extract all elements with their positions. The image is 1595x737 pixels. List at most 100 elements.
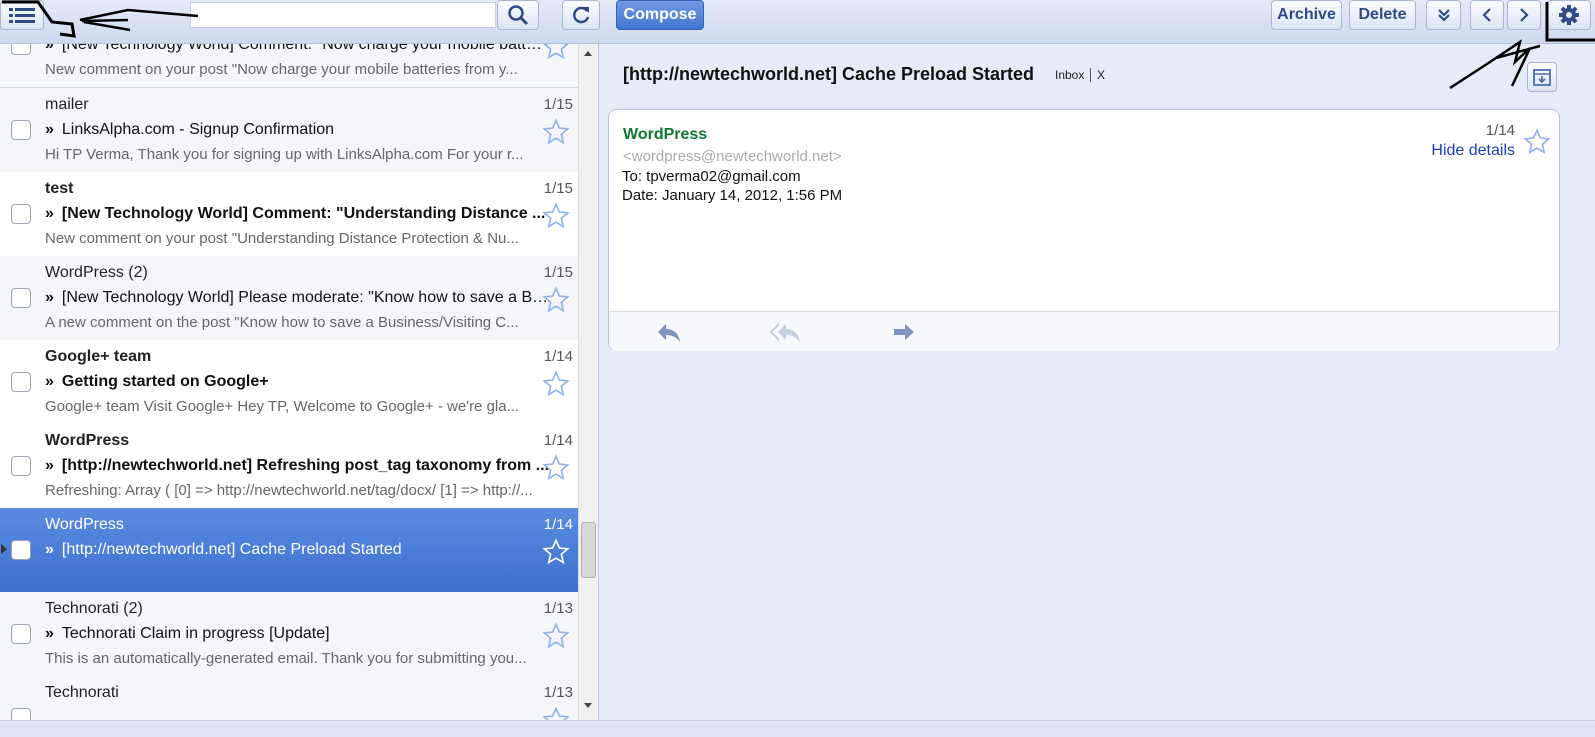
previous-button[interactable] bbox=[1470, 0, 1504, 30]
message-sender: test bbox=[45, 180, 74, 197]
card-date: 1/14 bbox=[1485, 122, 1515, 139]
thread-arrow-icon: » bbox=[45, 121, 54, 138]
settings-gear-icon bbox=[1559, 5, 1579, 25]
star-icon[interactable] bbox=[542, 44, 570, 61]
save-to-button[interactable] bbox=[1527, 62, 1557, 92]
list-scrollbar[interactable] bbox=[578, 44, 598, 720]
message-sender: Technorati bbox=[45, 684, 119, 701]
delete-button[interactable]: Delete bbox=[1349, 0, 1416, 30]
label-remove-button[interactable]: X bbox=[1090, 68, 1105, 82]
message-snippet: New comment on your post "Understanding … bbox=[45, 230, 519, 247]
message-sender: WordPress bbox=[45, 432, 130, 449]
message-row[interactable]: Technorati 1/13 bbox=[0, 676, 588, 720]
message-actions bbox=[609, 311, 1559, 351]
message-subject: » [http://newtechworld.net] Refreshing po… bbox=[45, 457, 550, 475]
forward-icon[interactable] bbox=[891, 320, 917, 344]
search-icon bbox=[508, 5, 529, 26]
star-icon[interactable] bbox=[542, 118, 570, 146]
message-row[interactable]: Technorati (2) 1/13 » Technorati Claim in p… bbox=[0, 592, 588, 677]
message-date: 1/14 bbox=[543, 516, 573, 533]
star-icon[interactable] bbox=[542, 706, 570, 720]
hide-details-link[interactable]: Hide details bbox=[1431, 142, 1515, 160]
selected-indicator-icon bbox=[1, 544, 7, 554]
message-row[interactable]: mailer 1/15 » LinksAlpha.com - Signup Confi… bbox=[0, 88, 588, 173]
message-row[interactable]: WordPress 1/14 » [http://newtechworld.net] … bbox=[0, 424, 588, 509]
select-checkbox[interactable] bbox=[11, 372, 31, 392]
message-date: 1/13 bbox=[543, 684, 573, 701]
refresh-button[interactable] bbox=[562, 0, 600, 30]
message-subject-text: [http://newtechworld.net] Refreshing pos… bbox=[61, 457, 550, 474]
reply-icon[interactable] bbox=[655, 320, 683, 344]
scroll-up-icon bbox=[584, 51, 592, 56]
message-snippet: A new comment on the post "Know how to s… bbox=[45, 314, 519, 331]
next-icon bbox=[1520, 8, 1529, 22]
message-row[interactable]: » [New Technology World] Comment: "Now ch… bbox=[0, 44, 588, 88]
scroll-thumb[interactable] bbox=[581, 522, 596, 578]
message-subject-text: Technorati Claim in progress [Update] bbox=[61, 625, 330, 642]
select-checkbox[interactable] bbox=[11, 456, 31, 476]
message-row[interactable]: WordPress (2) 1/15 » [New Technology World]… bbox=[0, 256, 588, 341]
date-line: Date: January 14, 2012, 1:56 PM bbox=[622, 187, 843, 204]
reply-all-icon[interactable] bbox=[769, 320, 803, 344]
message-list[interactable]: » [New Technology World] Comment: "Now ch… bbox=[0, 44, 598, 720]
message-row[interactable]: WordPress 1/14 » [http://newtechworld.net] … bbox=[0, 508, 588, 593]
from-name[interactable]: WordPress bbox=[623, 126, 707, 144]
expand-more-icon bbox=[1437, 9, 1450, 22]
star-icon[interactable] bbox=[542, 202, 570, 230]
message-sender: mailer bbox=[45, 96, 89, 113]
bottom-strip bbox=[0, 720, 1595, 737]
message-title: [http://newtechworld.net] Cache Preload … bbox=[623, 64, 1035, 84]
star-icon[interactable] bbox=[1523, 128, 1551, 156]
select-checkbox[interactable] bbox=[11, 120, 31, 140]
settings-button[interactable] bbox=[1547, 0, 1591, 30]
message-date: 1/15 bbox=[543, 96, 573, 113]
thread-arrow-icon: » bbox=[45, 289, 54, 306]
select-checkbox[interactable] bbox=[11, 540, 31, 560]
message-subject: » [New Technology World] Comment: "Now ch… bbox=[45, 44, 550, 54]
more-button[interactable] bbox=[1426, 0, 1461, 30]
message-sender: WordPress bbox=[45, 516, 124, 533]
select-checkbox[interactable] bbox=[11, 44, 31, 55]
thread-arrow-icon: » bbox=[45, 205, 54, 222]
message-row[interactable]: test 1/15 » [New Technology World] Comment:… bbox=[0, 172, 588, 257]
message-snippet: This is an automatically-generated email… bbox=[45, 650, 527, 667]
star-icon[interactable] bbox=[542, 286, 570, 314]
message-sender: Technorati (2) bbox=[45, 600, 143, 617]
message-subject-text: [http://newtechworld.net] Cache Preload … bbox=[61, 541, 402, 558]
search-input[interactable] bbox=[190, 2, 496, 28]
select-checkbox[interactable] bbox=[11, 204, 31, 224]
message-date: 1/15 bbox=[543, 180, 573, 197]
to-line: To: tpverma02@gmail.com bbox=[622, 168, 801, 185]
search-button[interactable] bbox=[497, 0, 539, 30]
message-subject: » Technorati Claim in progress [Update] bbox=[45, 625, 550, 643]
thread-arrow-icon: » bbox=[45, 541, 54, 558]
message-date: 1/13 bbox=[543, 600, 573, 617]
next-button[interactable] bbox=[1507, 0, 1541, 30]
thread-arrow-icon: » bbox=[45, 373, 54, 390]
star-icon[interactable] bbox=[542, 622, 570, 650]
message-row[interactable]: Google+ team 1/14 » Getting started on Goog… bbox=[0, 340, 588, 425]
label-inbox[interactable]: Inbox bbox=[1055, 68, 1084, 82]
message-subject: » Getting started on Google+ bbox=[45, 373, 550, 391]
message-date: 1/15 bbox=[543, 264, 573, 281]
compose-button[interactable]: Compose bbox=[616, 0, 704, 30]
star-icon[interactable] bbox=[542, 454, 570, 482]
save-to-icon bbox=[1533, 69, 1551, 86]
message-subject-text: [New Technology World] Comment: "Now cha… bbox=[61, 44, 550, 53]
archive-button[interactable]: Archive bbox=[1271, 0, 1342, 30]
star-icon[interactable] bbox=[542, 538, 570, 566]
message-card: WordPress <wordpress@newtechworld.net> T… bbox=[608, 109, 1560, 351]
star-icon[interactable] bbox=[542, 370, 570, 398]
select-checkbox[interactable] bbox=[11, 708, 31, 720]
from-email: <wordpress@newtechworld.net> bbox=[623, 148, 842, 165]
menu-button[interactable] bbox=[0, 0, 44, 30]
scroll-down-icon bbox=[584, 703, 592, 708]
message-subject: » [New Technology World] Comment: "Unders… bbox=[45, 205, 550, 223]
message-date: 1/14 bbox=[543, 348, 573, 365]
message-subject-text: Getting started on Google+ bbox=[61, 373, 269, 390]
select-checkbox[interactable] bbox=[11, 288, 31, 308]
toolbar: Compose Archive Delete bbox=[0, 0, 1595, 44]
select-checkbox[interactable] bbox=[11, 624, 31, 644]
menu-icon bbox=[9, 8, 35, 23]
thread-arrow-icon: » bbox=[45, 44, 54, 53]
